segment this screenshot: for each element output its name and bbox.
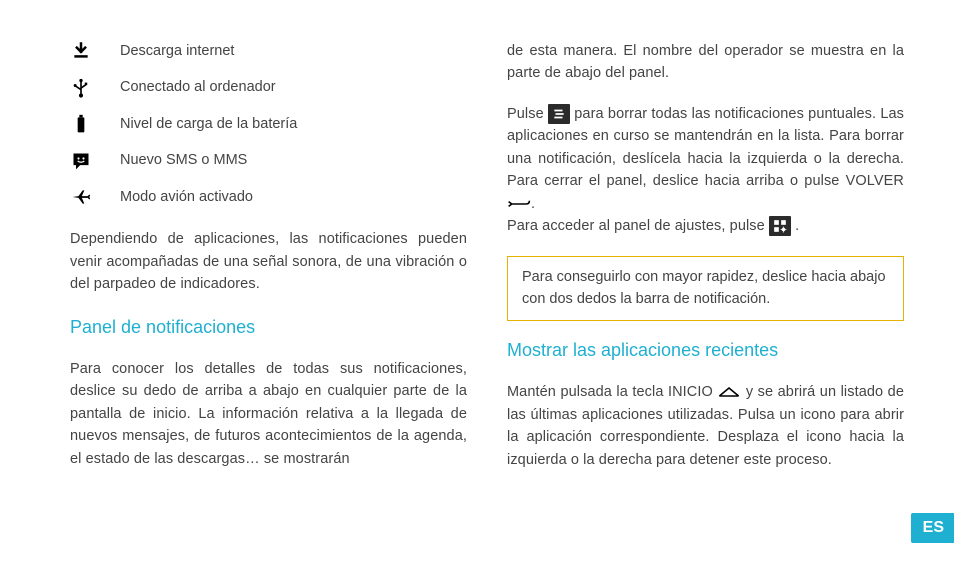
list-item: Modo avión activado <box>70 186 467 208</box>
icon-label: Modo avión activado <box>120 186 253 208</box>
paragraph: Dependiendo de aplicaciones, las notific… <box>70 228 467 295</box>
list-item: Nivel de carga de la batería <box>70 113 467 135</box>
home-icon <box>717 383 741 401</box>
tip-box: Para conseguirlo con mayor rapidez, desl… <box>507 256 904 322</box>
clear-notifications-icon <box>548 104 570 124</box>
battery-icon <box>70 113 92 135</box>
status-icon-list: Descarga internet Conectado al ordenador… <box>70 40 467 208</box>
airplane-icon <box>70 186 92 208</box>
usb-icon <box>70 77 92 99</box>
download-icon <box>70 40 92 62</box>
text: Pulse <box>507 106 548 122</box>
heading-recent-apps: Mostrar las aplicaciones recientes <box>507 337 904 365</box>
text: Para acceder al panel de ajustes, pulse <box>507 218 769 234</box>
icon-label: Conectado al ordenador <box>120 76 276 98</box>
two-column-layout: Descarga internet Conectado al ordenador… <box>70 40 904 489</box>
list-item: Descarga internet <box>70 40 467 62</box>
list-item: Conectado al ordenador <box>70 76 467 98</box>
sms-icon <box>70 150 92 172</box>
paragraph: Pulse para borrar todas las notificacion… <box>507 103 904 238</box>
text: . <box>791 218 799 234</box>
back-icon <box>507 195 531 213</box>
language-tab: ES <box>911 513 954 543</box>
column-right: de esta manera. El nombre del operador s… <box>507 40 904 489</box>
settings-panel-icon <box>769 216 791 236</box>
list-item: Nuevo SMS o MMS <box>70 149 467 171</box>
icon-label: Nuevo SMS o MMS <box>120 149 247 171</box>
icon-label: Descarga internet <box>120 40 234 62</box>
paragraph: Para conocer los detalles de todas sus n… <box>70 358 467 470</box>
paragraph: Mantén pulsada la tecla INICIO y se abri… <box>507 381 904 471</box>
text: Mantén pulsada la tecla INICIO <box>507 384 717 400</box>
tip-text: Para conseguirlo con mayor rapidez, desl… <box>522 269 886 307</box>
column-left: Descarga internet Conectado al ordenador… <box>70 40 467 489</box>
paragraph: de esta manera. El nombre del operador s… <box>507 40 904 85</box>
text: . <box>531 196 535 212</box>
heading-notification-panel: Panel de notificaciones <box>70 314 467 342</box>
icon-label: Nivel de carga de la batería <box>120 113 297 135</box>
